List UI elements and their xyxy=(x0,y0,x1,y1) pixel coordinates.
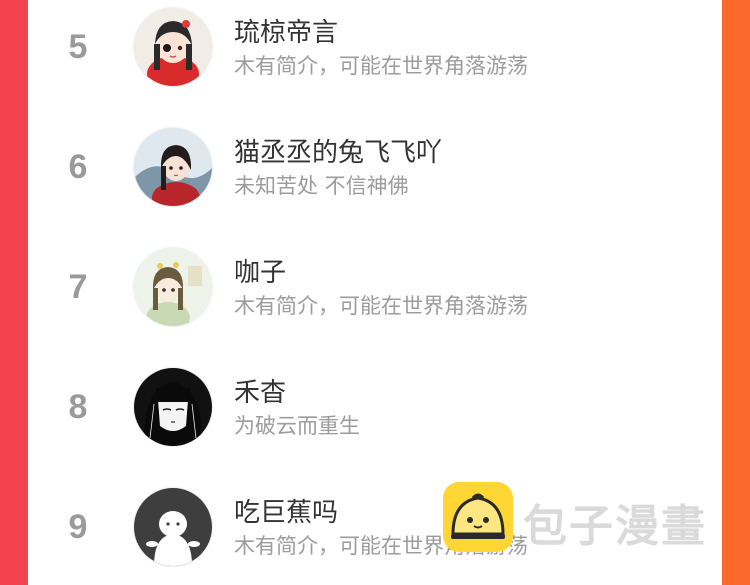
user-name[interactable]: 猫丞丞的兔飞飞吖 xyxy=(234,132,442,169)
user-bio: 木有简介，可能在世界角落游荡 xyxy=(234,54,528,78)
watermark-text: 包子漫畫 xyxy=(523,501,707,552)
user-name[interactable]: 咖子 xyxy=(234,252,286,289)
user-bio: 未知苦处 不信神佛 xyxy=(234,174,409,198)
avatar[interactable] xyxy=(134,368,212,446)
avatar[interactable] xyxy=(134,488,212,566)
avatar[interactable] xyxy=(134,128,212,206)
baozi-logo-icon xyxy=(443,482,513,552)
user-bio: 为破云而重生 xyxy=(234,414,360,438)
ranking-row[interactable]: 7 咖子 木有简介，可能在世界角落游荡 xyxy=(28,240,722,350)
ranking-row[interactable]: 5 琉椋帝言 木有简介，可能在世界角落游荡 xyxy=(28,0,722,110)
rank-number: 5 xyxy=(68,28,88,66)
ranking-row[interactable]: 6 猫丞丞的兔飞飞吖 未知苦处 不信神佛 xyxy=(28,120,722,230)
user-bio: 木有简介，可能在世界角落游荡 xyxy=(234,294,528,318)
user-name[interactable]: 琉椋帝言 xyxy=(234,12,338,49)
site-watermark: 包子漫畫 xyxy=(443,482,733,552)
rank-number: 7 xyxy=(68,268,88,306)
avatar-image xyxy=(134,8,212,86)
avatar-image xyxy=(134,368,212,446)
default-avatar-icon xyxy=(134,488,212,566)
rank-number: 8 xyxy=(68,388,88,426)
avatar[interactable] xyxy=(134,8,212,86)
user-name[interactable]: 吃巨蕉吗 xyxy=(234,492,338,529)
avatar-image xyxy=(134,128,212,206)
ranking-row[interactable]: 8 禾杳 为破云而重生 xyxy=(28,360,722,470)
rank-number: 6 xyxy=(68,148,88,186)
user-name[interactable]: 禾杳 xyxy=(234,372,286,409)
rank-number: 9 xyxy=(68,508,88,546)
avatar[interactable] xyxy=(134,248,212,326)
avatar-image xyxy=(134,248,212,326)
